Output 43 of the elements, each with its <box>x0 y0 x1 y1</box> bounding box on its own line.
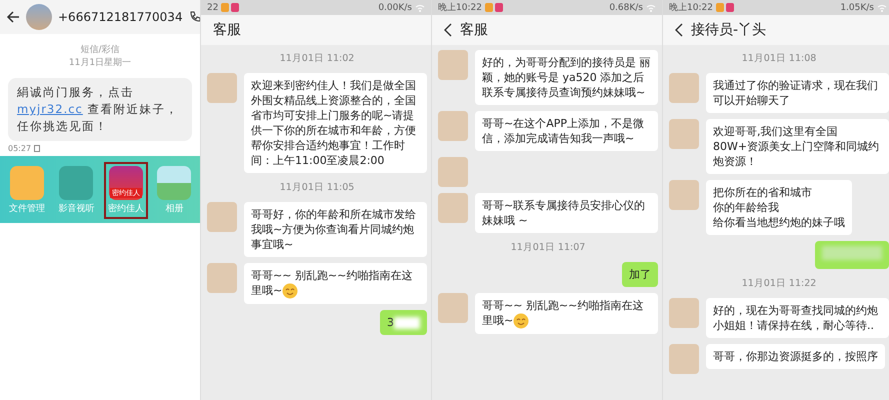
timestamp: 11月01日 11:02 <box>278 52 356 65</box>
message-bubble: 我通过了你的验证请求，现在我们可以开始聊天了 <box>706 73 889 113</box>
message-bubble: 哥哥，你那边资源挺多的，按照序 <box>706 344 885 369</box>
network-speed: 0.00K/s <box>378 2 412 12</box>
chat-title: 客服 <box>460 21 488 39</box>
status-time: 晚上10:22 <box>669 2 713 14</box>
app-label: 影音视听 <box>58 202 94 215</box>
app-shortcut[interactable]: 文件管理 <box>4 162 49 219</box>
date-label: 11月1日星期一 <box>68 57 132 70</box>
message-time: 05:27 <box>8 144 32 153</box>
message-bubble: 3 <box>380 310 427 335</box>
message-bubble: 欢迎来到密约佳人！我们是做全国外围女精品线上资源整合的，全国省市均可安排上门服务的呢~请提供一下你的所在城市和年龄，方便帮你安排合适约炮事宜！工作时间：上午11:00至凌晨2:00 <box>244 73 427 173</box>
message-bubble: 哥哥~~ 别乱跑~~约啪指南在这里哦~ <box>475 293 658 334</box>
message-bubble: 加了 <box>622 262 658 287</box>
message-bubble: 哥哥~在这个APP上添加，不是微信，添加完成请告知我一声哦~ <box>475 111 658 151</box>
app-shortcut[interactable]: 相册 <box>153 162 196 219</box>
app-label: 文件管理 <box>8 202 45 215</box>
timestamp: 11月01日 11:22 <box>740 277 818 290</box>
sms-bubble: 絹诚尚门服务，点击 myjr32.cc 查看附近妹子，任你挑选见面！ <box>8 78 192 141</box>
status-time: 22 <box>207 2 218 12</box>
network-speed: 0.68K/s <box>609 2 643 12</box>
message-bubble: 哥哥好，你的年龄和所在城市发给我哦~方便为你查询看片同城约炮事宜哦~ <box>244 202 427 257</box>
app-shortcut[interactable]: 影音视听 <box>54 162 98 219</box>
message-line: 给你看当地想约炮的妹子哦 <box>713 215 845 230</box>
message-bubble: 欢迎哥哥,我们这里有全国80W+资源美女上门空降和同城约炮资源！ <box>706 119 889 174</box>
contact-number: +666712181770034 <box>58 10 183 24</box>
network-speed: 1.05K/s <box>840 2 874 12</box>
message-line: 你的年龄给我 <box>713 200 780 215</box>
message-line: 把你所在的省和城市 <box>713 185 813 200</box>
message-type-label: 短信/彩信 <box>79 44 121 57</box>
message-bubble: 哥哥~~ 别乱跑~~约啪指南在这里哦~ <box>244 263 427 304</box>
app-label: 相册 <box>165 202 184 215</box>
timestamp: 11月01日 11:05 <box>278 181 356 194</box>
status-time: 晚上10:22 <box>438 2 482 14</box>
timestamp: 11月01日 11:08 <box>740 52 818 65</box>
message-bubble: 好的，为哥哥分配到的接待员是 丽颖，她的账号是 ya520 添加之后联系专属接待员查询预约妹妹哦~ <box>475 50 658 105</box>
link[interactable]: myjr32.cc <box>17 102 83 116</box>
chat-title: 客服 <box>213 21 241 39</box>
app-label: 密约佳人 <box>108 202 144 215</box>
chat-title: 接待员-丫头 <box>691 21 766 39</box>
message-bubble: 哥哥~联系专属接待员安排心仪的妹妹哦 ~ <box>475 193 658 233</box>
message-bubble: 好的，现在为哥哥查找同城的约炮小姐姐！请保持在线，耐心等待.. <box>706 298 889 338</box>
timestamp: 11月01日 11:07 <box>510 241 586 254</box>
